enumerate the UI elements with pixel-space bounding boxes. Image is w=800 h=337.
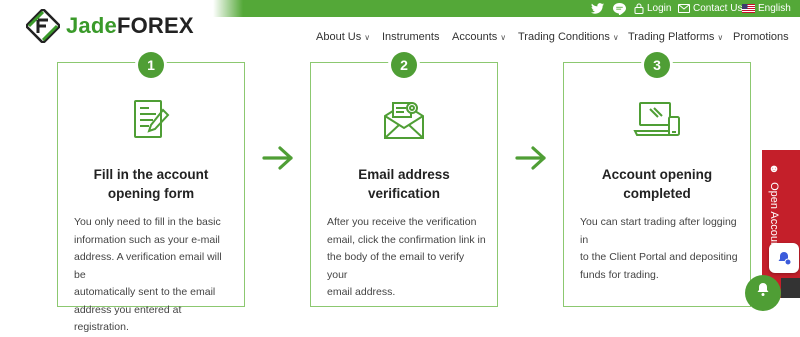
language-label: English xyxy=(758,3,791,14)
step-title-line: Account opening xyxy=(601,167,713,182)
lock-icon xyxy=(634,3,644,14)
step-description: You only need to fill in the basic infor… xyxy=(74,214,234,337)
jadeforex-logo-icon xyxy=(26,9,60,43)
laptop-phone-icon xyxy=(632,98,682,147)
desc-line: email, click the confirmation link in xyxy=(327,233,486,246)
brand-name-forex: FOREX xyxy=(116,13,194,38)
step-title-line: verification xyxy=(367,186,441,201)
email-envelope-icon xyxy=(382,98,426,147)
open-account-label: Open Account xyxy=(768,182,780,252)
nav-label: Instruments xyxy=(382,31,440,43)
step-title: Account opening completed xyxy=(572,165,742,203)
nav-label: Promotions xyxy=(733,31,789,43)
chevron-down-icon: ∨ xyxy=(500,32,507,42)
line-chat-icon xyxy=(613,2,626,15)
nav-about-us[interactable]: About Us ∨ xyxy=(316,30,370,44)
brand-name-jade: Jade xyxy=(66,13,117,38)
brand-logo[interactable]: JadeFOREX xyxy=(26,9,194,43)
mail-icon xyxy=(678,4,690,13)
desc-line: You can start trading after logging in xyxy=(580,216,737,246)
nav-label: Trading Platforms xyxy=(628,31,715,43)
language-selector[interactable]: English xyxy=(742,1,791,16)
brand-name: JadeFOREX xyxy=(66,13,194,39)
step-title-line: opening form xyxy=(107,186,195,201)
step-card-3: Account opening completed You can start … xyxy=(563,62,751,307)
step-title: Email address verification xyxy=(319,165,489,203)
step-title-line: Email address xyxy=(358,167,450,182)
desc-line: email address. xyxy=(327,286,396,298)
nav-promotions[interactable]: Promotions xyxy=(733,30,789,44)
corner-widget xyxy=(781,278,800,298)
step-title: Fill in the account opening form xyxy=(66,165,236,203)
utility-bar-fade xyxy=(213,0,243,17)
settings-bell-icon xyxy=(778,252,792,266)
contact-label: Contact Us xyxy=(693,3,743,14)
nav-label: About Us xyxy=(316,31,362,43)
accessibility-settings-button[interactable] xyxy=(769,243,799,273)
chevron-down-icon: ∨ xyxy=(364,32,371,42)
step-title-line: Fill in the account xyxy=(93,167,209,182)
nav-accounts[interactable]: Accounts ∨ xyxy=(452,30,506,44)
nav-trading-platforms[interactable]: Trading Platforms ∨ xyxy=(628,30,723,44)
step-description: After you receive the verification email… xyxy=(327,214,487,302)
chevron-down-icon: ∨ xyxy=(717,32,724,42)
desc-line: address you entered at registration. xyxy=(74,303,182,334)
step-number-badge: 3 xyxy=(644,52,670,78)
login-label: Login xyxy=(647,3,672,14)
nav-label: Trading Conditions xyxy=(518,31,610,43)
open-account-tab-label[interactable]: ☻ Open Account xyxy=(768,163,780,251)
step-card-2: Email address verification After you rec… xyxy=(310,62,498,307)
arrow-right-icon xyxy=(262,146,294,175)
nav-trading-conditions[interactable]: Trading Conditions ∨ xyxy=(518,30,619,44)
login-link[interactable]: Login xyxy=(634,1,671,16)
desc-line: You only need to fill in the basic xyxy=(74,216,221,228)
desc-line: the body of the email to verify your xyxy=(327,251,465,281)
nav-label: Accounts xyxy=(452,31,498,43)
notification-bell-button[interactable] xyxy=(745,275,781,311)
step-description: You can start trading after logging in t… xyxy=(580,214,740,284)
step-title-line: completed xyxy=(623,186,691,201)
desc-line: information such as your e-mail xyxy=(74,233,220,246)
twitter-icon xyxy=(591,3,604,14)
step-number-badge: 1 xyxy=(138,52,164,78)
person-icon: ☻ xyxy=(768,163,780,175)
step-number-badge: 2 xyxy=(391,52,417,78)
line-link[interactable] xyxy=(613,1,626,16)
desc-line: to the Client Portal and depositing xyxy=(580,251,738,263)
nav-instruments[interactable]: Instruments xyxy=(382,30,439,44)
desc-line: funds for trading. xyxy=(580,268,659,281)
desc-line: address. A verification email will be xyxy=(74,251,222,281)
chevron-down-icon: ∨ xyxy=(612,32,619,42)
bell-icon xyxy=(757,283,769,296)
desc-line: automatically sent to the email xyxy=(74,286,216,298)
contact-link[interactable]: Contact Us xyxy=(678,1,742,16)
form-document-pen-icon xyxy=(129,98,173,147)
us-flag-icon xyxy=(742,4,755,13)
twitter-link[interactable] xyxy=(591,1,604,16)
desc-line: After you receive the verification xyxy=(327,216,477,228)
step-card-1: Fill in the account opening form You onl… xyxy=(57,62,245,333)
arrow-right-icon xyxy=(515,146,547,175)
